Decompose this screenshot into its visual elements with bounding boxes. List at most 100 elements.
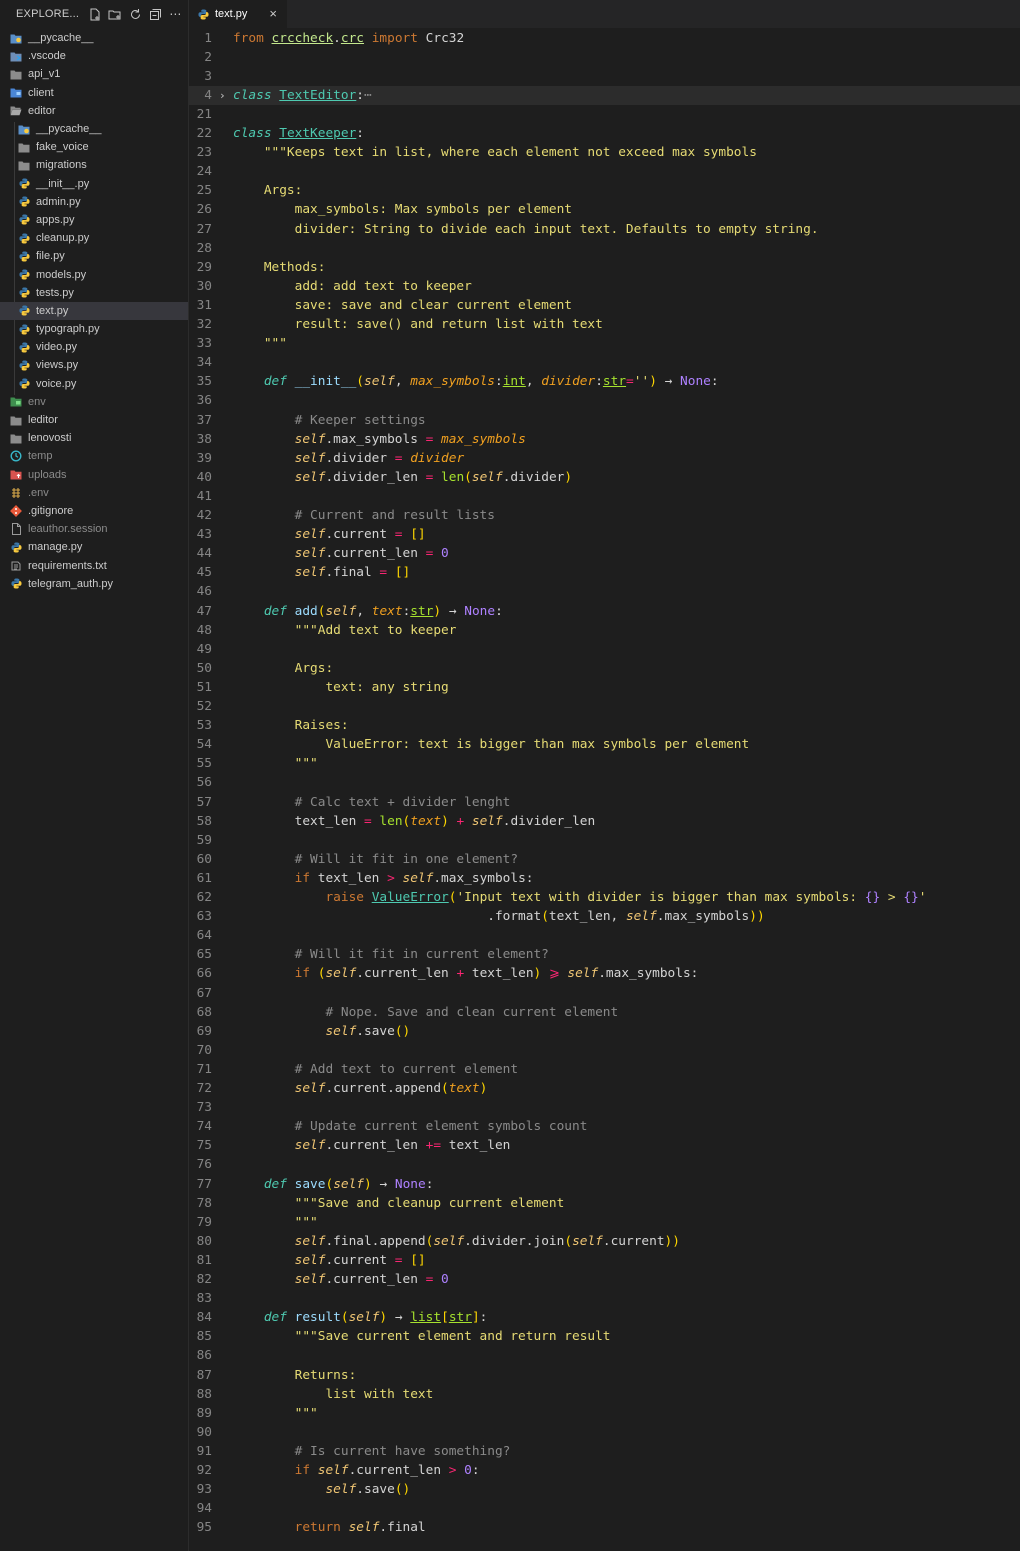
code-line[interactable]: 68 # Nope. Save and clean current elemen…	[189, 1003, 1020, 1022]
tree-item[interactable]: typograph.py	[0, 320, 188, 338]
code-line[interactable]: 78 """Save and cleanup current element	[189, 1194, 1020, 1213]
code-line[interactable]: 87 Returns:	[189, 1366, 1020, 1385]
code-line[interactable]: 56	[189, 773, 1020, 792]
tree-item[interactable]: voice.py	[0, 375, 188, 393]
code-line[interactable]: 3	[189, 67, 1020, 86]
code-line[interactable]: 89 """	[189, 1404, 1020, 1423]
code-line[interactable]: 72 self.current.append(text)	[189, 1079, 1020, 1098]
code-line[interactable]: 90	[189, 1423, 1020, 1442]
code-line[interactable]: 47 def add(self, text:str) → None:	[189, 602, 1020, 621]
code-line[interactable]: 48 """Add text to keeper	[189, 621, 1020, 640]
code-line[interactable]: 63 .format(text_len, self.max_symbols))	[189, 907, 1020, 926]
tree-item[interactable]: uploads	[0, 466, 188, 484]
code-line[interactable]: 32 result: save() and return list with t…	[189, 315, 1020, 334]
code-line[interactable]: 81 self.current = []	[189, 1251, 1020, 1270]
tree-item[interactable]: .env	[0, 484, 188, 502]
code-line[interactable]: 50 Args:	[189, 659, 1020, 678]
tree-item[interactable]: cleanup.py	[0, 229, 188, 247]
code-line[interactable]: 62 raise ValueError('Input text with div…	[189, 888, 1020, 907]
tree-item[interactable]: fake_voice	[0, 138, 188, 156]
code-line[interactable]: 60 # Will it fit in one element?	[189, 850, 1020, 869]
tree-item[interactable]: telegram_auth.py	[0, 575, 188, 593]
code-line[interactable]: 46	[189, 582, 1020, 601]
code-line[interactable]: 69 self.save()	[189, 1022, 1020, 1041]
code-line[interactable]: 65 # Will it fit in current element?	[189, 945, 1020, 964]
new-folder-icon[interactable]	[107, 6, 122, 23]
tree-item[interactable]: apps.py	[0, 211, 188, 229]
tree-item[interactable]: lenovosti	[0, 429, 188, 447]
code-line[interactable]: 85 """Save current element and return re…	[189, 1327, 1020, 1346]
code-line[interactable]: 94	[189, 1499, 1020, 1518]
tree-item[interactable]: manage.py	[0, 538, 188, 556]
code-line[interactable]: 52	[189, 697, 1020, 716]
code-line[interactable]: 24	[189, 162, 1020, 181]
tree-item[interactable]: file.py	[0, 247, 188, 265]
tree-item[interactable]: api_v1	[0, 65, 188, 83]
tree-item[interactable]: editor	[0, 102, 188, 120]
code-line[interactable]: 86	[189, 1346, 1020, 1365]
code-line[interactable]: 71 # Add text to current element	[189, 1060, 1020, 1079]
code-line[interactable]: 4 › class TextEditor:⋯	[189, 85, 1020, 105]
tree-item[interactable]: leditor	[0, 411, 188, 429]
code-line[interactable]: 51 text: any string	[189, 678, 1020, 697]
code-line[interactable]: 31 save: save and clear current element	[189, 296, 1020, 315]
tree-item[interactable]: tests.py	[0, 284, 188, 302]
code-line[interactable]: 92 if self.current_len > 0:	[189, 1461, 1020, 1480]
tree-item[interactable]: leauthor.session	[0, 520, 188, 538]
code-line[interactable]: 91 # Is current have something?	[189, 1442, 1020, 1461]
new-file-icon[interactable]	[87, 6, 102, 23]
tree-item[interactable]: __pycache__	[0, 29, 188, 47]
code-line[interactable]: 84 def result(self) → list[str]:	[189, 1308, 1020, 1327]
tree-item[interactable]: env	[0, 393, 188, 411]
code-line[interactable]: 21	[189, 105, 1020, 124]
code-line[interactable]: 42 # Current and result lists	[189, 506, 1020, 525]
tab-text-py[interactable]: text.py ×	[189, 0, 287, 28]
code-line[interactable]: 83	[189, 1289, 1020, 1308]
code-line[interactable]: 74 # Update current element symbols coun…	[189, 1117, 1020, 1136]
tree-item[interactable]: client	[0, 84, 188, 102]
collapse-all-icon[interactable]	[148, 6, 163, 23]
code-line[interactable]: 88 list with text	[189, 1385, 1020, 1404]
code-line[interactable]: 64	[189, 926, 1020, 945]
code-line[interactable]: 35 def __init__(self, max_symbols:int, d…	[189, 372, 1020, 391]
tree-item[interactable]: .gitignore	[0, 502, 188, 520]
code-line[interactable]: 22 class TextKeeper:	[189, 124, 1020, 143]
code-line[interactable]: 54 ValueError: text is bigger than max s…	[189, 735, 1020, 754]
code-line[interactable]: 49	[189, 640, 1020, 659]
code-line[interactable]: 36	[189, 391, 1020, 410]
code-editor[interactable]: 1 from crccheck.crc import Crc32 2 3 4 › class…	[189, 28, 1020, 1551]
tree-item[interactable]: models.py	[0, 265, 188, 283]
more-actions-icon[interactable]: ⋯	[168, 6, 183, 23]
code-line[interactable]: 28	[189, 239, 1020, 258]
code-line[interactable]: 44 self.current_len = 0	[189, 544, 1020, 563]
tree-item[interactable]: migrations	[0, 156, 188, 174]
code-line[interactable]: 37 # Keeper settings	[189, 411, 1020, 430]
code-line[interactable]: 25 Args:	[189, 181, 1020, 200]
refresh-icon[interactable]	[127, 6, 142, 23]
close-tab-icon[interactable]: ×	[269, 6, 277, 21]
code-line[interactable]: 40 self.divider_len = len(self.divider)	[189, 468, 1020, 487]
code-line[interactable]: 41	[189, 487, 1020, 506]
tree-item[interactable]: video.py	[0, 338, 188, 356]
code-line[interactable]: 39 self.divider = divider	[189, 449, 1020, 468]
code-line[interactable]: 76	[189, 1155, 1020, 1174]
code-line[interactable]: 23 """Keeps text in list, where each ele…	[189, 143, 1020, 162]
code-line[interactable]: 26 max_symbols: Max symbols per element	[189, 200, 1020, 219]
code-line[interactable]: 33 """	[189, 334, 1020, 353]
code-line[interactable]: 73	[189, 1098, 1020, 1117]
tree-item[interactable]: __init__.py	[0, 175, 188, 193]
code-line[interactable]: 93 self.save()	[189, 1480, 1020, 1499]
code-line[interactable]: 95 return self.final	[189, 1518, 1020, 1537]
code-line[interactable]: 55 """	[189, 754, 1020, 773]
code-line[interactable]: 59	[189, 831, 1020, 850]
code-line[interactable]: 29 Methods:	[189, 258, 1020, 277]
tree-item[interactable]: requirements.txt	[0, 556, 188, 574]
code-line[interactable]: 79 """	[189, 1213, 1020, 1232]
code-line[interactable]: 57 # Calc text + divider lenght	[189, 793, 1020, 812]
tree-item[interactable]: __pycache__	[0, 120, 188, 138]
code-line[interactable]: 30 add: add text to keeper	[189, 277, 1020, 296]
code-line[interactable]: 45 self.final = []	[189, 563, 1020, 582]
code-line[interactable]: 58 text_len = len(text) + self.divider_l…	[189, 812, 1020, 831]
code-line[interactable]: 70	[189, 1041, 1020, 1060]
code-line[interactable]: 61 if text_len > self.max_symbols:	[189, 869, 1020, 888]
